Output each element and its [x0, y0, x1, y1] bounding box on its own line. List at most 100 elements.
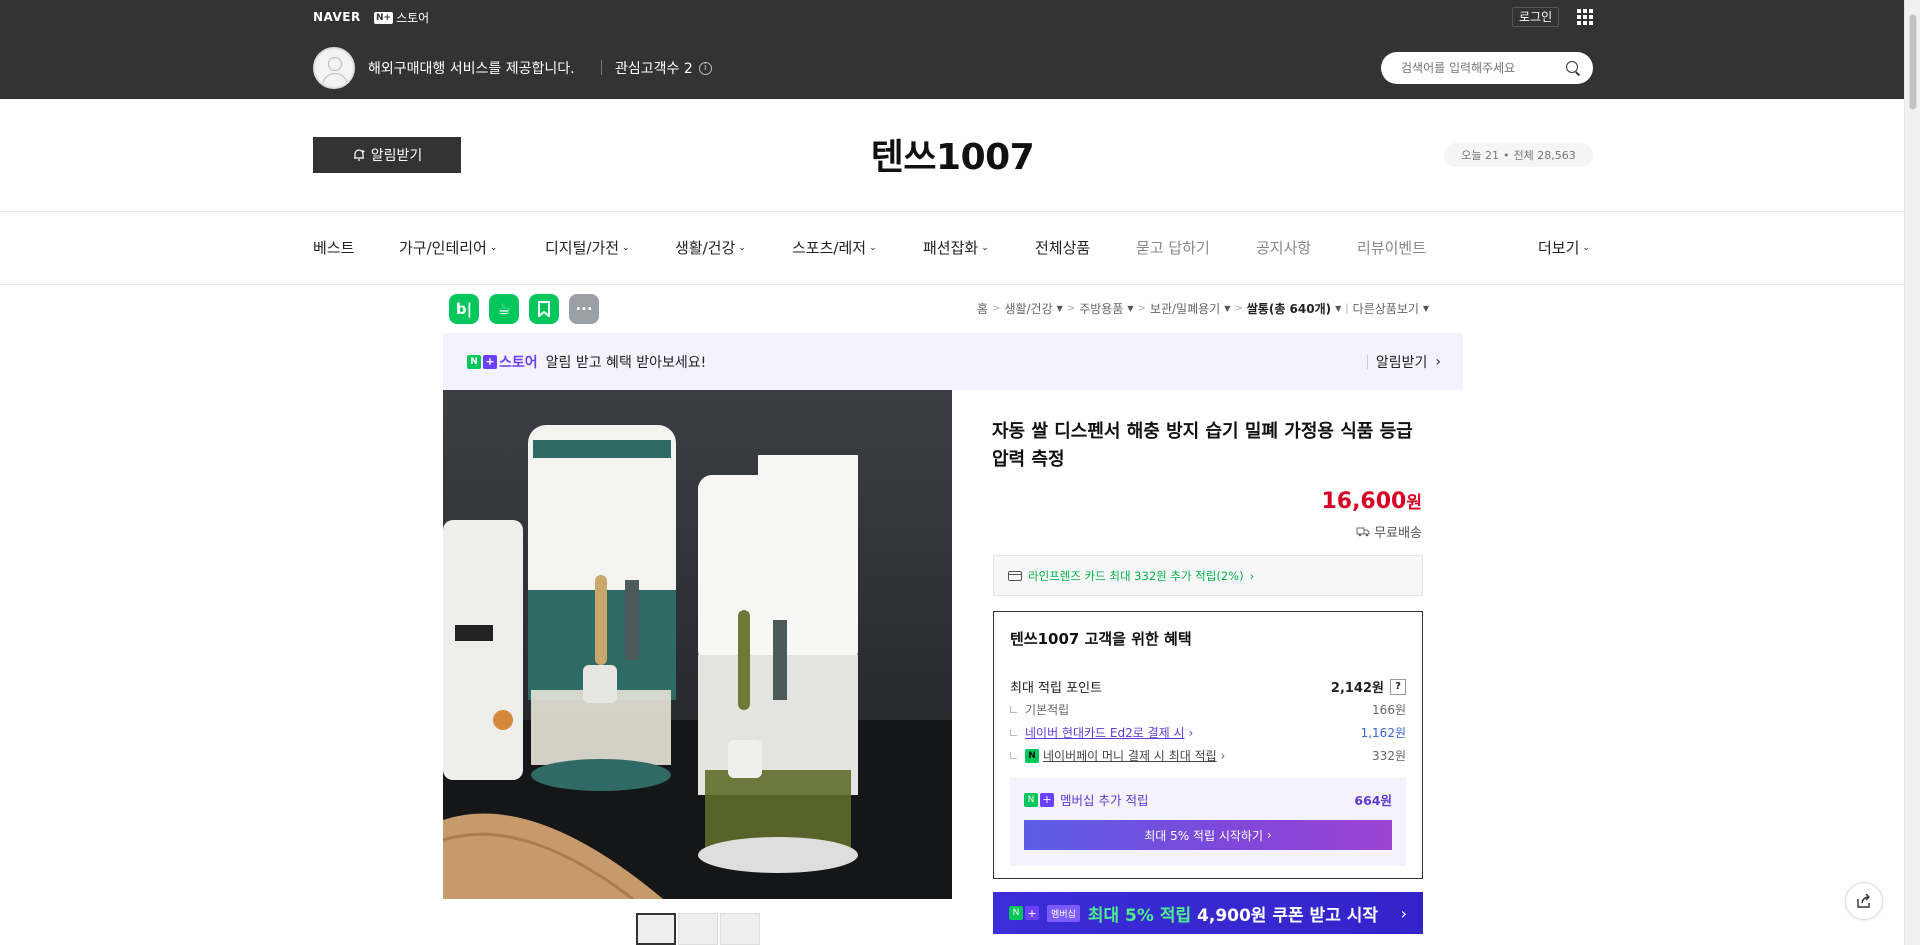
customer-benefit-box: 텐쓰1007 고객을 위한 혜택 최대 적립 포인트 2,142원 ? 기본적립…: [993, 611, 1423, 879]
crumb-category-1[interactable]: 생활/건강: [1004, 300, 1052, 317]
bell-plus-icon: [353, 149, 365, 161]
nav-item-furniture[interactable]: 가구/인테리어 ⌄: [399, 237, 497, 258]
card-benefit-banner[interactable]: 라인프렌즈 카드 최대 332원 추가 적립(2%) ›: [993, 555, 1423, 596]
nav-item-digital[interactable]: 디지털/가전 ⌄: [545, 237, 630, 258]
caret-down-icon[interactable]: ▼: [1057, 304, 1063, 313]
crumb-separator: >: [1234, 303, 1243, 314]
nav-label: 전체상품: [1035, 239, 1091, 257]
breadcrumb: 홈 > 생활/건강 ▼ > 주방용품 ▼ > 보관/밀폐용기 ▼ > 쌀통(총 640…: [977, 300, 1429, 317]
nav-item-fashion[interactable]: 패션잡화 ⌄: [923, 237, 989, 258]
product-price: 16,600원: [1260, 488, 1422, 514]
chevron-right-icon: ›: [1435, 354, 1441, 370]
alarm-button[interactable]: 알림받기: [313, 137, 461, 173]
divider: [1366, 355, 1368, 369]
thumbnail-2[interactable]: [678, 913, 718, 945]
npay-link[interactable]: 네이버페이 머니 결제 시 최대 적립: [1043, 747, 1217, 764]
naver-n-icon: N: [467, 354, 481, 369]
nplus-store-logo: N + 스토어: [467, 352, 538, 372]
coupon-text: 최대 5% 적립 4,900원 쿠폰 받고 시작: [1088, 901, 1378, 926]
store-title[interactable]: 텐쓰1007: [700, 128, 1205, 180]
crumb-home[interactable]: 홈: [977, 300, 988, 317]
store-label: 스토어: [499, 354, 538, 371]
membership-tag: 멤버십: [1047, 904, 1080, 922]
coupon-rest: 4,900원 쿠폰 받고 시작: [1197, 905, 1379, 926]
crumb-category-2[interactable]: 주방용품: [1079, 300, 1123, 317]
chevron-right-icon: ›: [1188, 725, 1194, 740]
price-unit: 원: [1406, 493, 1422, 513]
thumbnail-3[interactable]: [720, 913, 760, 945]
nav-label: 가구/인테리어: [399, 239, 487, 257]
nav-label: 리뷰이벤트: [1357, 239, 1427, 257]
benefit-title: 텐쓰1007 고객을 위한 혜택: [1010, 630, 1192, 648]
info-icon[interactable]: i: [698, 61, 712, 75]
membership-label: 멤버십 추가 적립: [1060, 793, 1149, 808]
scrollbar-thumb[interactable]: [1909, 14, 1917, 110]
crumb-category-3[interactable]: 보관/밀폐용기: [1150, 300, 1220, 317]
nav-label: 스포츠/레저: [792, 239, 867, 257]
caret-down-icon[interactable]: ▼: [1423, 304, 1429, 313]
crumb-separator: |: [1345, 303, 1349, 314]
chevron-right-icon: ›: [1220, 748, 1226, 763]
nav-more[interactable]: 더보기 ⌄: [1538, 237, 1590, 258]
share-icon: [1857, 893, 1870, 908]
card-benefit-text: 라인프렌즈 카드 최대 332원 추가 적립(2%): [1028, 568, 1244, 583]
npay-icon: N: [1025, 748, 1039, 763]
share-button[interactable]: [1845, 882, 1883, 920]
visitor-dot: •: [1503, 148, 1510, 162]
caret-down-icon[interactable]: ▼: [1224, 304, 1230, 313]
npay-value: 332원: [1372, 749, 1406, 763]
naver-logo[interactable]: NAVER: [313, 10, 361, 24]
membership-box: N + 멤버십 추가 적립 664원 최대 5% 적립 시작하기 ›: [1010, 778, 1406, 866]
coupon-highlight: 최대 5% 적립: [1087, 905, 1192, 926]
product-main-image[interactable]: [443, 390, 952, 899]
store-avatar: [313, 47, 355, 89]
nav-item-best[interactable]: 베스트: [313, 237, 354, 258]
nav-item-qna[interactable]: 묻고 답하기: [1136, 237, 1210, 258]
apps-grid-icon[interactable]: [1577, 9, 1593, 25]
divider: [0, 284, 1904, 285]
divider: [0, 211, 1904, 212]
search-box[interactable]: [1381, 52, 1593, 84]
thumbnail-1[interactable]: [636, 913, 676, 945]
membership-coupon-banner[interactable]: N + 멤버십 최대 5% 적립 4,900원 쿠폰 받고 시작 ›: [993, 892, 1423, 934]
nav-item-living[interactable]: 생활/건강 ⌄: [675, 237, 746, 258]
caret-down-icon[interactable]: ▼: [1335, 304, 1341, 313]
nav-label: 베스트: [313, 239, 355, 257]
nav-item-review-event[interactable]: 리뷰이벤트: [1357, 237, 1426, 258]
top-bar: NAVER N+ 스토어 로그인 해외구매대행 서비스를 제공합니다. 관심고객…: [0, 0, 1904, 99]
help-icon[interactable]: ?: [1390, 678, 1406, 695]
scrollbar[interactable]: [1904, 0, 1920, 945]
crumb-separator: >: [1066, 303, 1076, 314]
nav-item-all[interactable]: 전체상품: [1035, 237, 1090, 258]
hyundai-card-link[interactable]: 네이버 현대카드 Ed2로 결제 시: [1025, 724, 1185, 741]
cafe-icon[interactable]: ☕: [489, 294, 519, 324]
membership-value: 664원: [1354, 793, 1392, 808]
search-input[interactable]: [1401, 61, 1565, 75]
notice-alarm-link[interactable]: 알림받기 ›: [1366, 352, 1441, 372]
search-icon[interactable]: [1565, 60, 1581, 76]
shipping-info: 무료배송: [1260, 522, 1422, 541]
chevron-down-icon: ⌄: [981, 242, 989, 253]
membership-button-label: 최대 5% 적립 시작하기: [1144, 828, 1263, 843]
crumb-other-products[interactable]: 다른상품보기: [1353, 300, 1419, 317]
visitor-total: 전체 28,563: [1513, 149, 1576, 162]
basic-point-row: 기본적립 166원: [1010, 701, 1406, 718]
nplus-store-logo[interactable]: N+ 스토어: [374, 9, 429, 26]
nav-item-sports[interactable]: 스포츠/레저 ⌄: [792, 237, 877, 258]
max-point-row: 최대 적립 포인트 2,142원 ?: [1010, 677, 1406, 696]
membership-start-button[interactable]: 최대 5% 적립 시작하기 ›: [1024, 820, 1392, 850]
nav-label: 패션잡화: [923, 239, 979, 257]
login-button[interactable]: 로그인: [1512, 7, 1560, 27]
chevron-down-icon: ⌄: [489, 242, 498, 253]
bookmark-icon[interactable]: [529, 294, 559, 324]
blog-icon[interactable]: b|: [449, 294, 479, 324]
crumb-category-4[interactable]: 쌀통(총 640개): [1247, 300, 1331, 317]
more-icon[interactable]: ···: [569, 294, 599, 324]
caret-down-icon[interactable]: ▼: [1127, 304, 1133, 313]
nav-label: 생활/건강: [675, 239, 736, 257]
price-value: 16,600: [1321, 489, 1407, 514]
nav-item-notice[interactable]: 공지사항: [1256, 237, 1311, 258]
tree-corner-icon: [1010, 752, 1017, 759]
alarm-label: 알림받기: [370, 148, 423, 164]
nav-label: 공지사항: [1256, 239, 1312, 257]
